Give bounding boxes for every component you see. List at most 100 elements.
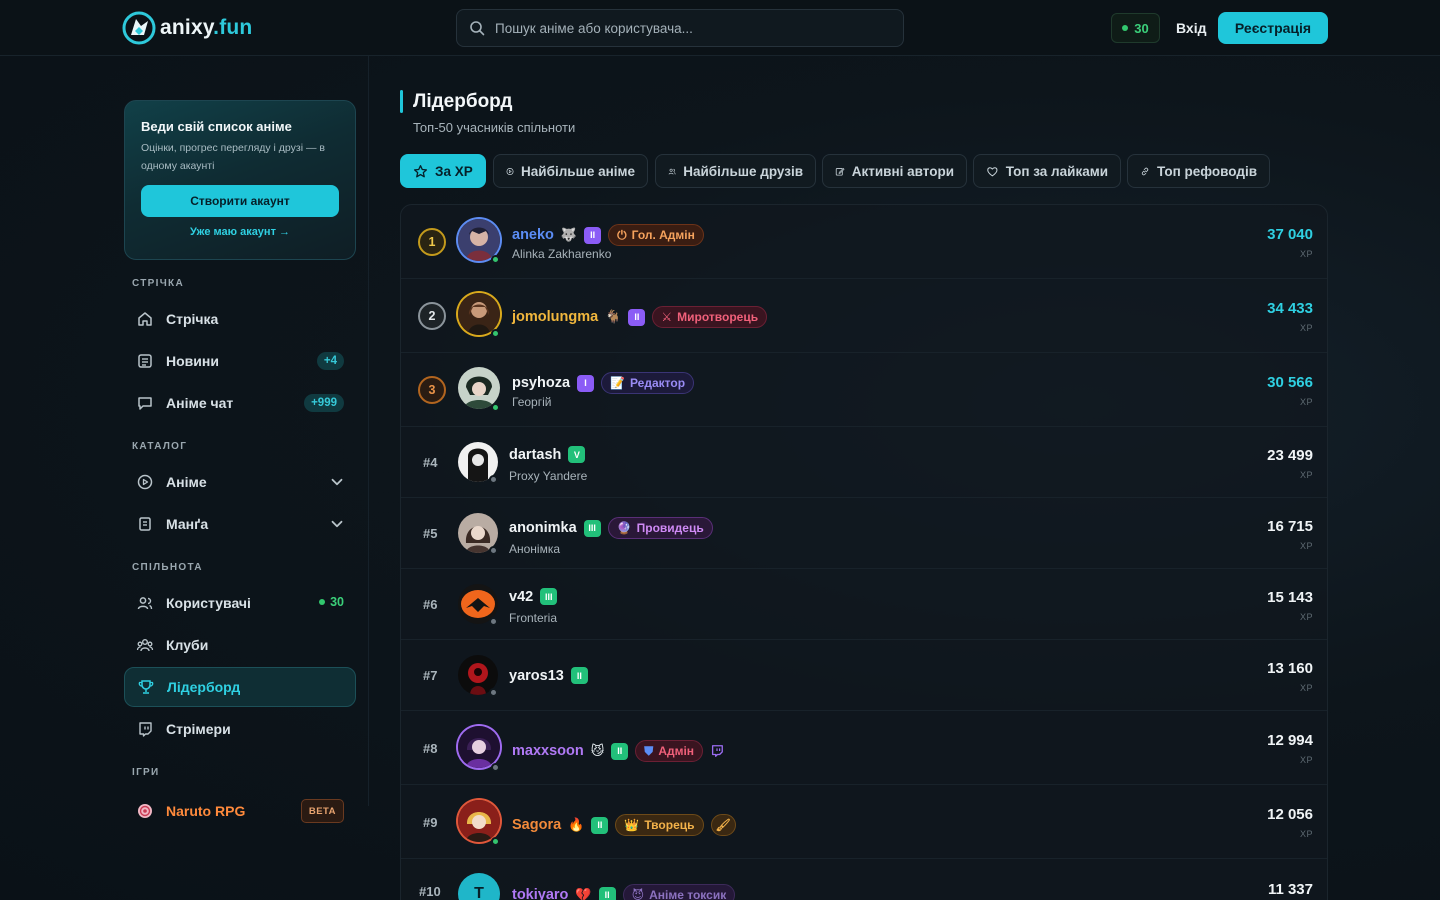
avatar-initial[interactable]: T [458, 873, 500, 900]
crown-icon: 👑 [624, 818, 640, 832]
username[interactable]: v42 [509, 589, 533, 605]
tab-xp[interactable]: За XP [400, 154, 486, 188]
role-label: Адмін [658, 744, 695, 758]
leaderboard-row[interactable]: #7 yaros13 II 13 160 XP [401, 640, 1327, 711]
level-badge: III [540, 588, 558, 605]
username[interactable]: tokiyaro [512, 887, 568, 900]
sidebar-item-anime[interactable]: Аніме [124, 462, 356, 502]
avatar[interactable] [458, 800, 500, 842]
sidebar-item-clubs[interactable]: Клуби [124, 625, 356, 665]
online-status-dot [491, 403, 500, 412]
sidebar-item-feed[interactable]: Стрічка [124, 299, 356, 339]
leaderboard-row[interactable]: #9 Sagora 🔥 II 👑 Творець 🖌 12 056 XP [401, 785, 1327, 859]
user-display-name: Георгій [512, 395, 552, 409]
edit-icon [835, 167, 845, 176]
xp-value: 23 499 [1267, 447, 1313, 464]
play-circle-icon [137, 474, 153, 490]
xp-value: 13 160 [1267, 660, 1313, 677]
have-account-link[interactable]: Уже маю акаунт → [141, 226, 339, 238]
online-status-dot [491, 255, 500, 264]
level-badge: II [628, 308, 646, 326]
level-badge: II [591, 816, 609, 834]
avatar-image [458, 726, 500, 768]
username[interactable]: anonimka [509, 520, 577, 536]
signup-promo-card: Веди свій список аніме Оцінки, прогрес п… [124, 100, 356, 260]
section-label-catalog: КАТАЛОГ [132, 441, 188, 452]
login-link[interactable]: Вхід [1176, 20, 1207, 36]
sidebar-item-streamers[interactable]: Стрімери [124, 709, 356, 749]
search-input[interactable] [495, 20, 895, 36]
heart-emoji-icon: 💔 [575, 887, 592, 900]
leaderboard-row[interactable]: 1 aneko 🐺 II ⏻ Гол. Адмін Alinka Zakharen… [401, 205, 1327, 279]
leaderboard-row[interactable]: #4 dartash V Proxy Yandere 23 499 XP [401, 427, 1327, 498]
sidebar-item-naruto-rpg[interactable]: Naruto RPG BETA [124, 791, 356, 831]
online-status-dot [491, 837, 500, 846]
role-label: Гол. Адмін [631, 228, 695, 242]
site-logo[interactable]: anixy.fun [122, 11, 252, 45]
tab-label: Найбільше аніме [521, 163, 635, 179]
leaderboard-row[interactable]: #6 v42 III Fronteria 15 143 XP [401, 569, 1327, 640]
level-badge: III [583, 519, 601, 537]
search-box[interactable] [456, 9, 904, 47]
section-label-feed: СТРІЧКА [132, 278, 184, 289]
offline-status-dot [489, 546, 498, 555]
heart-icon [987, 166, 998, 176]
username[interactable]: maxxsoon [512, 743, 584, 759]
leaderboard-row[interactable]: #8 maxxsoon 😼 II ⛊ Адмін 12 994 XP [401, 711, 1327, 785]
sidebar-item-label: Клуби [166, 637, 209, 653]
leaderboard-row[interactable]: 3 psyhoza I 📝 Редактор Георгій 30 566 XP [401, 353, 1327, 427]
tab-top-referrers[interactable]: Топ рефоводів [1127, 154, 1270, 188]
role-badge: 👑 Творець [615, 814, 704, 836]
link-icon [1141, 167, 1149, 175]
online-counter[interactable]: 30 [1111, 13, 1160, 43]
sidebar-item-chat[interactable]: Аніме чат +999 [124, 383, 356, 423]
leaderboard-row[interactable]: #5 anonimka III 🔮 Провидець Анонімка 16 7… [401, 498, 1327, 569]
tab-top-likes[interactable]: Топ за лайками [973, 154, 1121, 188]
role-label: Редактор [629, 376, 686, 390]
avatar[interactable] [458, 726, 500, 768]
username[interactable]: yaros13 [509, 668, 564, 684]
leaderboard-row[interactable]: 2 jomolungma 🐐 II ⚔ Миротворець 34 433 XP [401, 279, 1327, 353]
create-account-button[interactable]: Створити акаунт [141, 185, 339, 217]
chat-badge: +999 [304, 394, 344, 412]
rank-number: #9 [423, 815, 438, 830]
tab-most-anime[interactable]: Найбільше аніме [493, 154, 648, 188]
sidebar-item-users[interactable]: Користувачі 30 [124, 583, 356, 623]
username[interactable]: jomolungma [512, 309, 598, 325]
chevron-down-icon[interactable] [328, 515, 346, 533]
wolf-emoji-icon: 🐺 [560, 227, 578, 242]
online-dot-icon [1122, 25, 1129, 31]
play-circle-icon [506, 167, 514, 175]
users-icon [137, 597, 153, 610]
offline-status-dot [491, 763, 500, 772]
rank-number: #6 [423, 597, 438, 612]
sidebar-item-news[interactable]: Новини +4 [124, 341, 356, 381]
page-subtitle: Топ-50 учасників спільноти [413, 120, 576, 135]
chevron-down-icon[interactable] [328, 473, 346, 491]
username[interactable]: aneko [512, 227, 554, 243]
group-icon [136, 639, 154, 652]
username[interactable]: Sagora [512, 817, 561, 833]
shield-icon: ⛊ [644, 743, 654, 758]
tab-active-authors[interactable]: Активні автори [822, 154, 967, 188]
fire-emoji-icon: 🔥 [568, 817, 585, 832]
twitch-icon[interactable] [710, 744, 724, 758]
tab-most-friends[interactable]: Найбільше друзів [655, 154, 816, 188]
xp-unit-label: XP [1299, 829, 1313, 839]
level-badge: II [611, 742, 629, 760]
section-label-games: ІГРИ [132, 767, 160, 778]
newspaper-icon [138, 354, 152, 368]
xp-value: 12 994 [1267, 732, 1313, 749]
username[interactable]: psyhoza [512, 375, 570, 391]
role-label: Творець [644, 818, 695, 832]
sidebar-item-leaderboard[interactable]: Лідерборд [124, 667, 356, 707]
role-label: Провидець [636, 521, 704, 535]
xp-unit-label: XP [1299, 612, 1313, 622]
sidebar-item-manga[interactable]: Манґа [124, 504, 356, 544]
title-accent-bar [400, 90, 403, 113]
leaderboard-row[interactable]: #10 T tokiyaro 💔 II 😈 Аніме токсик 11 337 [401, 859, 1327, 900]
register-button[interactable]: Реєстрація [1218, 12, 1328, 44]
offline-status-dot [489, 475, 498, 484]
users-icon [668, 168, 676, 174]
username[interactable]: dartash [509, 447, 561, 463]
